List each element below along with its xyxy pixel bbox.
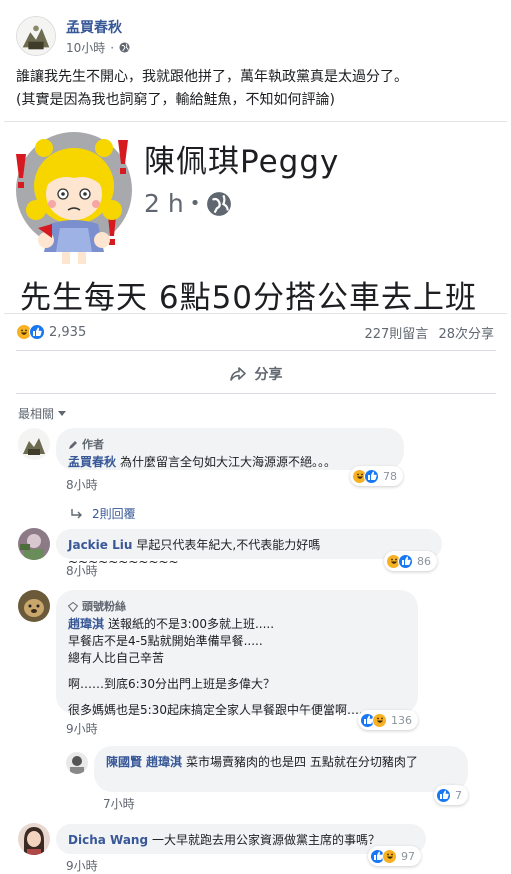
commenter-avatar[interactable] xyxy=(18,823,50,855)
reaction-icons[interactable]: 2,935 xyxy=(16,324,86,340)
cartoon-girl-image xyxy=(16,132,132,264)
comment-time[interactable]: 9小時 xyxy=(66,857,98,874)
engagement-counts: 227則留言 28次分享 xyxy=(364,323,494,342)
comment-text-line: 總有人比自己辛苦 xyxy=(68,651,165,665)
comment-text-line: 早餐店不是4-5點就開始準備早餐..... xyxy=(68,634,263,648)
commenter-avatar[interactable] xyxy=(18,428,50,460)
pencil-icon xyxy=(69,440,77,449)
commenter-name[interactable]: Jackie Liu xyxy=(68,538,132,552)
divider xyxy=(16,350,496,351)
comment-reactions[interactable]: 97 xyxy=(368,846,421,866)
commenter-name[interactable]: 陳國賢 xyxy=(106,755,142,769)
commenter-name[interactable]: Dicha Wang xyxy=(68,833,148,847)
reaction-summary: 2,935 227則留言 28次分享 xyxy=(16,320,494,344)
post-author-name[interactable]: 孟買春秋 xyxy=(66,17,122,37)
comment-text-line: 啊……到底6:30分出門上班是多偉大？ xyxy=(68,677,275,691)
commenter-avatar[interactable] xyxy=(18,528,50,560)
like-icon xyxy=(398,553,413,569)
comment-reactions[interactable]: 7 xyxy=(434,785,468,805)
sort-label: 最相關 xyxy=(18,407,55,421)
comment-count[interactable]: 227則留言 xyxy=(364,327,428,342)
tagged-user[interactable]: 趙瑋淇 xyxy=(146,755,182,769)
haha-icon xyxy=(372,712,387,728)
haha-icon xyxy=(382,848,397,864)
post-time[interactable]: 10小時 xyxy=(66,39,105,56)
reaction-count: 2,935 xyxy=(49,324,87,340)
commenter-name[interactable]: 孟買春秋 xyxy=(68,455,116,469)
comment-reactions[interactable]: 78 xyxy=(350,466,403,486)
caret-down-icon xyxy=(58,411,67,416)
commenter-name[interactable]: 趙瑋淇 xyxy=(68,617,104,631)
commenter-avatar[interactable] xyxy=(66,752,88,774)
like-icon xyxy=(29,324,45,340)
globe-icon xyxy=(207,191,232,216)
comment-reactions[interactable]: 86 xyxy=(384,551,437,571)
shared-author-name: 陳佩琪Peggy xyxy=(144,144,340,180)
comment-text-line: 很多媽媽也是5:30起床搞定全家人早餐跟中午便當啊…… xyxy=(68,703,371,717)
shared-meta: 2 h • xyxy=(144,189,232,218)
shared-post-image[interactable]: 陳佩琪Peggy 2 h • 先生每天 6點50分搭公車去上班 xyxy=(4,121,507,314)
shared-time: 2 h xyxy=(144,189,184,218)
comment-bubble: 頭號粉絲 趙瑋淇 送報紙的不是3:00多就上班..... 早餐店不是4-5點就開始… xyxy=(56,590,418,717)
commenter-avatar[interactable] xyxy=(18,590,50,622)
globe-icon xyxy=(119,42,130,53)
comment-text: 菜市場賣豬肉的也是四 五點就在分切豬肉了 xyxy=(186,755,418,769)
diamond-icon xyxy=(68,601,78,612)
comment-time[interactable]: 9小時 xyxy=(66,720,98,737)
comment-bubble: 陳國賢 趙瑋淇 菜市場賣豬肉的也是四 五點就在分切豬肉了 xyxy=(94,746,468,792)
like-icon xyxy=(364,468,379,484)
share-label: 分享 xyxy=(254,367,283,383)
post-text: 誰讓我先生不開心，我就跟他拼了，萬年執政黨真是太過分了。 (其實是因為我也詞窮了… xyxy=(16,66,501,112)
reply-arrow-icon xyxy=(71,508,82,518)
comment-text: 一大早就跑去用公家資源做黨主席的事嗎？ xyxy=(152,833,381,847)
post-text-line1: 誰讓我先生不開心，我就跟他拼了，萬年執政黨真是太過分了。 xyxy=(16,69,408,85)
comment-time[interactable]: 8小時 xyxy=(66,476,98,493)
like-icon xyxy=(436,787,451,803)
post-meta: 10小時 · xyxy=(66,39,130,56)
divider xyxy=(16,393,496,394)
comment-time[interactable]: 7小時 xyxy=(103,795,135,812)
share-arrow-icon xyxy=(229,367,246,381)
replies-label: 2則回覆 xyxy=(92,507,136,521)
shared-post-text: 先生每天 6點50分搭公車去上班 xyxy=(20,280,478,314)
comment-text: 為什麼留言全句如大江大海源源不絕。。。 xyxy=(120,455,337,469)
comment-reactions[interactable]: 136 xyxy=(358,710,418,730)
top-fan-badge: 頭號粉絲 xyxy=(68,598,406,615)
comment-time[interactable]: 8小時 xyxy=(66,562,98,579)
comment-text-line: 送報紙的不是3:00多就上班..... xyxy=(108,617,275,631)
view-replies-link[interactable]: 2則回覆 xyxy=(70,505,136,522)
comment-bubble: Jackie Liu 早起只代表年紀大,不代表能力好嗎~~~~~~~~~~~ xyxy=(56,529,442,569)
share-button[interactable]: 分享 xyxy=(0,362,511,386)
author-avatar[interactable] xyxy=(16,16,56,56)
author-badge: 作者 xyxy=(68,436,392,453)
post-header: 孟買春秋 10小時 · xyxy=(16,16,496,56)
post-text-line2: (其實是因為我也詞窮了，輸給鮭魚，不知如何評論) xyxy=(16,92,335,108)
share-count[interactable]: 28次分享 xyxy=(438,327,494,342)
comment-sort-dropdown[interactable]: 最相關 xyxy=(18,405,67,422)
comment-bubble: 作者 孟買春秋 為什麼留言全句如大江大海源源不絕。。。 xyxy=(56,428,404,470)
